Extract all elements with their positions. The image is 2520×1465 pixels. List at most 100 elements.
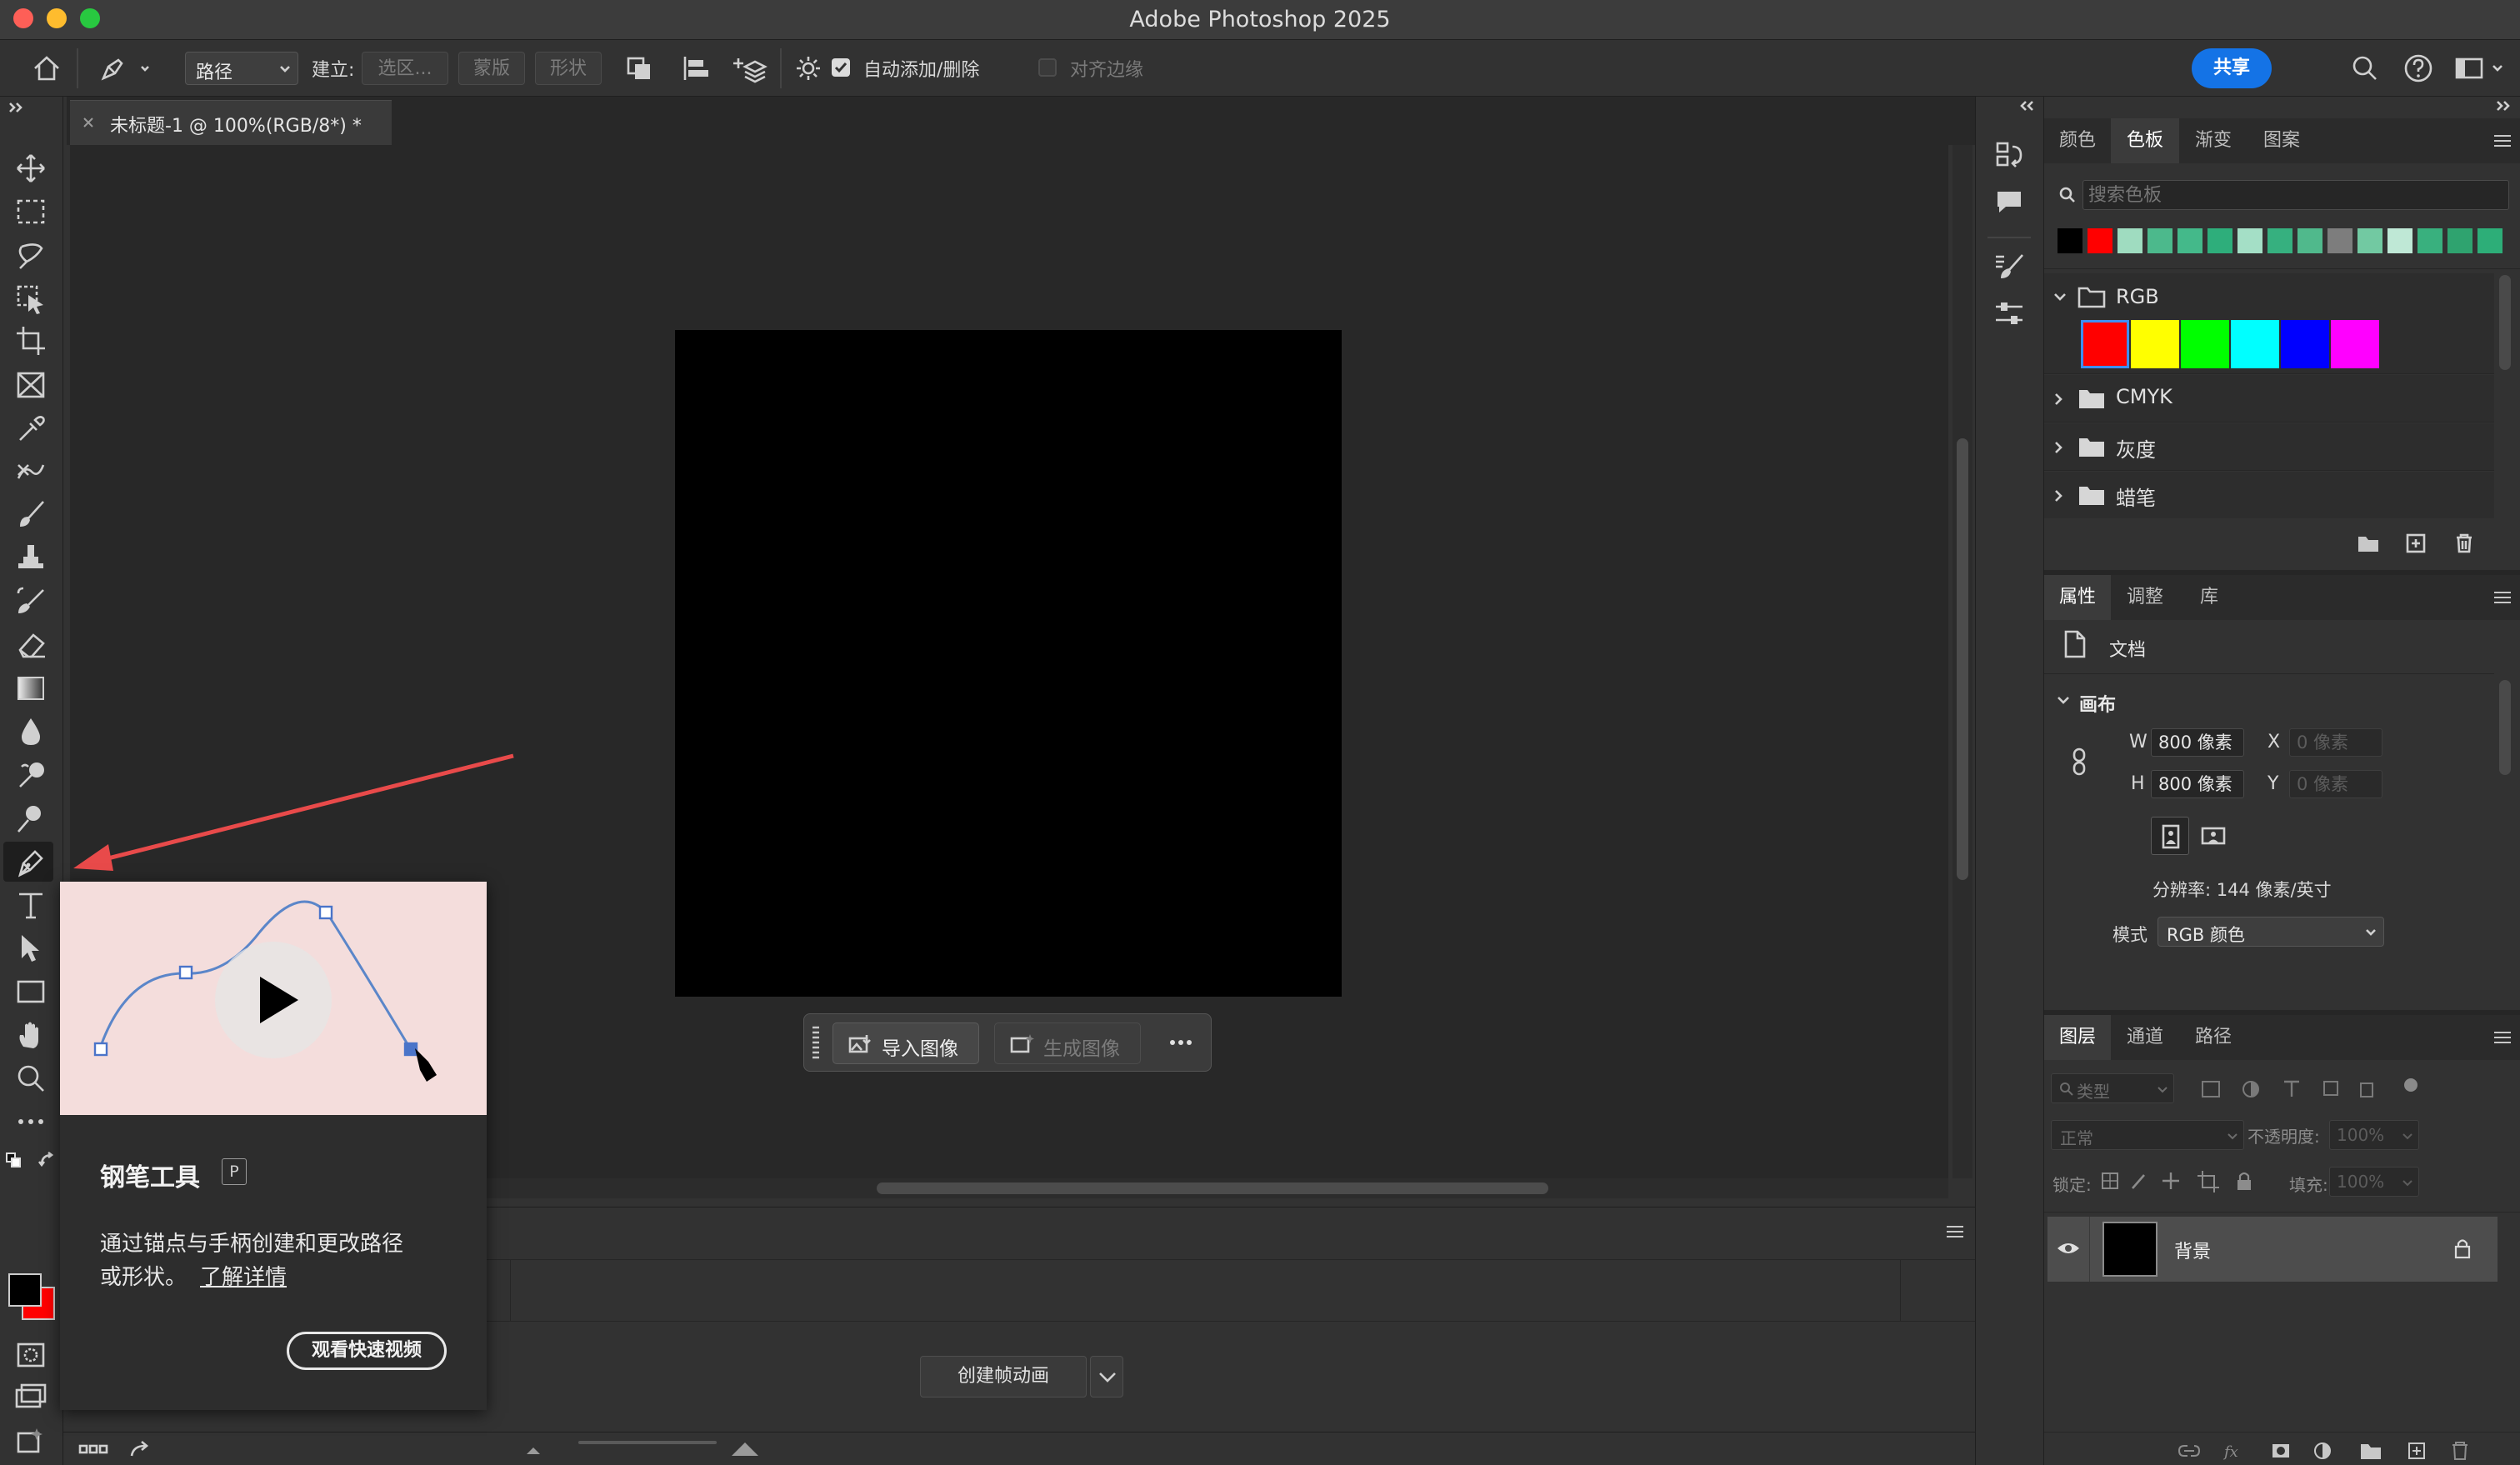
timeline-zoom-slider[interactable] bbox=[578, 1441, 717, 1444]
pen-tool-preset-icon[interactable] bbox=[97, 52, 150, 85]
expand-toolbar-icon[interactable] bbox=[8, 102, 25, 113]
swatch-group-cmyk[interactable]: CMYK bbox=[2044, 375, 2494, 422]
frame-tool-icon[interactable] bbox=[12, 367, 50, 403]
gradient-tool-icon[interactable] bbox=[12, 670, 50, 707]
rgb-swatch[interactable] bbox=[2231, 320, 2279, 368]
help-icon[interactable] bbox=[2402, 52, 2435, 85]
panel-menu-icon[interactable] bbox=[2492, 1030, 2512, 1045]
canvas-width-input[interactable]: 800 像素 bbox=[2151, 728, 2244, 757]
rectangular-marquee-tool-icon[interactable] bbox=[12, 193, 50, 230]
rgb-swatch[interactable] bbox=[2181, 320, 2229, 368]
adjustments-panel-icon[interactable] bbox=[1992, 297, 2026, 330]
hand-tool-icon[interactable] bbox=[12, 1017, 50, 1053]
chevron-down-icon[interactable] bbox=[2052, 292, 2068, 303]
rgb-swatch[interactable] bbox=[2081, 320, 2129, 368]
learn-more-link[interactable]: 了解详情 bbox=[200, 1260, 287, 1291]
screen-mode-icon[interactable] bbox=[12, 1380, 50, 1417]
gear-icon[interactable] bbox=[793, 53, 823, 83]
recent-swatch[interactable] bbox=[2118, 228, 2142, 253]
rectangle-tool-icon[interactable] bbox=[12, 973, 50, 1010]
delete-swatch-icon[interactable] bbox=[2452, 532, 2476, 555]
create-frame-animation-button[interactable]: 创建帧动画 bbox=[920, 1356, 1087, 1398]
generate-image-button[interactable]: 生成图像 bbox=[994, 1022, 1141, 1064]
document-tab[interactable]: 未标题-1 @ 100%(RGB/8*) * bbox=[70, 100, 392, 145]
opacity-input[interactable]: 100% bbox=[2329, 1120, 2419, 1150]
rgb-swatch[interactable] bbox=[2281, 320, 2329, 368]
recent-swatch[interactable] bbox=[2148, 228, 2172, 253]
auto-add-delete-checkbox[interactable] bbox=[832, 58, 850, 77]
recent-swatch[interactable] bbox=[2238, 228, 2262, 253]
search-icon[interactable] bbox=[2348, 52, 2382, 85]
layers-footer-icons[interactable]: fx bbox=[2176, 1439, 2509, 1462]
lock-options-icons[interactable] bbox=[2099, 1170, 2266, 1193]
recent-swatch[interactable] bbox=[2208, 228, 2232, 253]
clone-stamp-tool-icon[interactable] bbox=[12, 540, 50, 577]
generative-fill-icon[interactable] bbox=[12, 1423, 50, 1460]
landscape-orientation-button[interactable] bbox=[2194, 817, 2232, 855]
zoom-tool-icon[interactable] bbox=[12, 1060, 50, 1097]
panel-menu-icon[interactable] bbox=[2492, 133, 2512, 148]
lock-icon[interactable] bbox=[2452, 1237, 2472, 1260]
zoom-out-timeline-icon[interactable] bbox=[523, 1442, 543, 1458]
brush-settings-panel-icon[interactable] bbox=[1992, 250, 2026, 283]
more-tools-icon[interactable] bbox=[12, 1103, 50, 1140]
swatches-search-input[interactable] bbox=[2082, 180, 2509, 210]
tab-layers[interactable]: 图层 bbox=[2044, 1015, 2111, 1060]
link-dimensions-icon[interactable] bbox=[2069, 747, 2089, 777]
layer-name[interactable]: 背景 bbox=[2174, 1237, 2211, 1263]
more-options-icon[interactable] bbox=[1168, 1034, 1194, 1051]
drag-handle-icon[interactable] bbox=[811, 1024, 821, 1061]
swatch-group-pastel[interactable]: 蜡笔 bbox=[2044, 472, 2494, 518]
swatches-scrollbar[interactable] bbox=[2499, 275, 2511, 370]
path-operations-icon[interactable] bbox=[623, 53, 657, 83]
recent-swatch[interactable] bbox=[2448, 228, 2472, 253]
tab-properties[interactable]: 属性 bbox=[2044, 575, 2111, 620]
dodge-tool-icon[interactable] bbox=[12, 757, 50, 793]
watch-video-button[interactable]: 观看快速视频 bbox=[287, 1332, 447, 1370]
lasso-tool-icon[interactable] bbox=[12, 237, 50, 273]
horizontal-scroll-thumb[interactable] bbox=[877, 1182, 1548, 1194]
healing-brush-tool-icon[interactable] bbox=[12, 453, 50, 490]
layer-thumbnail[interactable] bbox=[2102, 1222, 2158, 1277]
tab-patterns[interactable]: 图案 bbox=[2248, 118, 2316, 163]
timeline-type-dropdown[interactable] bbox=[1090, 1356, 1123, 1398]
comments-panel-icon[interactable] bbox=[1992, 185, 2026, 218]
path-alignment-icon[interactable] bbox=[680, 53, 713, 83]
canvas-y-input[interactable]: 0 像素 bbox=[2289, 770, 2382, 798]
workspace-icon[interactable] bbox=[2453, 52, 2507, 85]
panel-menu-icon[interactable] bbox=[1945, 1224, 1965, 1239]
tab-swatches[interactable]: 色板 bbox=[2111, 118, 2179, 163]
chevron-down-icon[interactable] bbox=[2056, 695, 2071, 707]
pen-tool-icon[interactable] bbox=[12, 843, 50, 880]
new-group-icon[interactable] bbox=[2356, 533, 2381, 555]
vertical-scrollbar[interactable] bbox=[1952, 145, 1972, 1178]
home-icon[interactable] bbox=[30, 52, 63, 85]
rgb-swatch[interactable] bbox=[2131, 320, 2179, 368]
tab-channels[interactable]: 通道 bbox=[2111, 1015, 2179, 1060]
history-brush-tool-icon[interactable] bbox=[12, 583, 50, 620]
make-shape-button[interactable]: 形状 bbox=[535, 52, 602, 85]
properties-scrollbar[interactable] bbox=[2499, 680, 2511, 775]
swap-colors-icon[interactable] bbox=[37, 1150, 57, 1170]
make-mask-button[interactable]: 蒙版 bbox=[458, 52, 525, 85]
layer-filter-dropdown[interactable]: 类型 bbox=[2051, 1073, 2174, 1103]
render-video-icon[interactable] bbox=[128, 1439, 152, 1459]
play-video-button[interactable] bbox=[215, 942, 332, 1058]
default-colors-icon[interactable] bbox=[5, 1152, 23, 1170]
brush-tool-icon[interactable] bbox=[12, 497, 50, 533]
blend-mode-dropdown[interactable]: 正常 bbox=[2051, 1120, 2244, 1150]
quick-mask-icon[interactable] bbox=[12, 1337, 50, 1373]
new-swatch-icon[interactable] bbox=[2404, 532, 2428, 555]
recent-swatch[interactable] bbox=[2058, 228, 2082, 253]
blur-tool-icon[interactable] bbox=[12, 713, 50, 750]
make-selection-button[interactable]: 选区... bbox=[362, 52, 448, 85]
path-arrangement-icon[interactable] bbox=[732, 52, 768, 85]
tab-libraries[interactable]: 库 bbox=[2179, 575, 2239, 620]
vertical-scroll-thumb[interactable] bbox=[1957, 438, 1968, 880]
recent-swatch[interactable] bbox=[2418, 228, 2442, 253]
tab-color[interactable]: 颜色 bbox=[2044, 118, 2111, 163]
recent-swatch[interactable] bbox=[2088, 228, 2112, 253]
eraser-tool-icon[interactable] bbox=[12, 627, 50, 663]
import-image-button[interactable]: 导入图像 bbox=[832, 1022, 979, 1064]
pen-mode-dropdown[interactable]: 路径 bbox=[185, 52, 298, 85]
